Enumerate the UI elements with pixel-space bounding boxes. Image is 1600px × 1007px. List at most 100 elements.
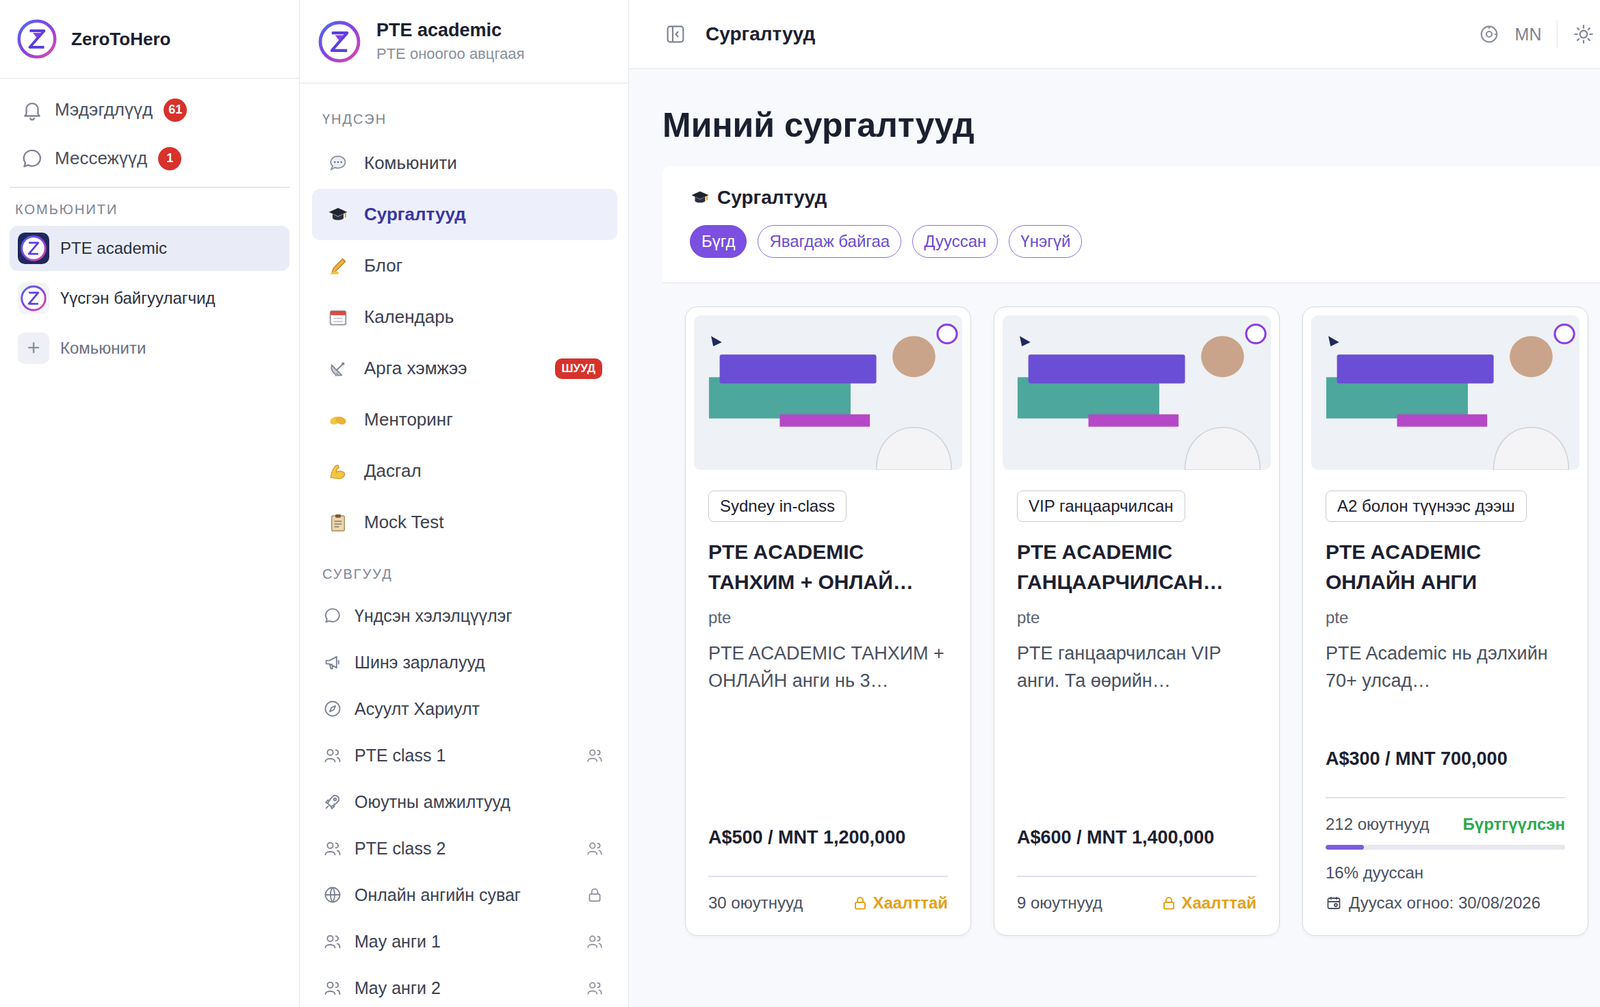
nav-item[interactable]: Мессежүүд 1 bbox=[10, 134, 289, 183]
members-icon bbox=[585, 839, 604, 858]
channel-label: May анги 1 bbox=[354, 932, 574, 952]
app: ZeroToHeroМэдэгдлүүд61Мессежүүд1КОМЬЮНИТ… bbox=[0, 0, 1600, 1007]
channel-item[interactable]: Онлайн ангийн суваг bbox=[299, 871, 629, 919]
nav-item[interactable]: Мэдэгдлүүд 61 bbox=[10, 85, 289, 135]
filter-chip[interactable]: Явагдаж байгаа bbox=[757, 225, 902, 258]
deadline-text: Дуусах огноо: 30/08/2026 bbox=[1348, 893, 1541, 913]
logo-icon bbox=[16, 18, 58, 60]
count-badge: 61 bbox=[163, 98, 187, 122]
banner-image-icon bbox=[693, 315, 963, 471]
channel-item[interactable]: PTE class 2 bbox=[299, 825, 629, 872]
course-tag: A2 болон түүнээс дээш bbox=[1325, 490, 1527, 523]
banner-image-icon bbox=[1311, 315, 1580, 471]
community-item[interactable]: PTE academic bbox=[9, 225, 290, 272]
menu-item[interactable]: Блог bbox=[312, 240, 618, 292]
course-price: A$300 / MNT 700,000 bbox=[1325, 748, 1566, 770]
community-label: Үүсгэн байгуулагчид bbox=[60, 288, 215, 308]
sun-icon[interactable] bbox=[1572, 23, 1595, 46]
filter-chip[interactable]: Үнэгүй bbox=[1008, 225, 1082, 258]
course-category: pte bbox=[1325, 608, 1566, 628]
channel-label: Оюутны амжилтууд bbox=[354, 792, 604, 813]
group-icon bbox=[323, 745, 343, 766]
menu-item[interactable]: Комьюнити bbox=[312, 137, 618, 189]
lock-icon bbox=[585, 886, 604, 905]
course-price: A$500 / MNT 1,200,000 bbox=[708, 827, 948, 849]
community-label: PTE academic bbox=[60, 238, 167, 258]
divider bbox=[708, 875, 948, 878]
filter-chip[interactable]: Дууссан bbox=[912, 225, 998, 258]
menu-label: Дасгал bbox=[364, 460, 603, 482]
channel-label: Онлайн ангийн суваг bbox=[354, 885, 574, 906]
course-banner bbox=[693, 315, 963, 471]
nav-label: Мессежүүд bbox=[54, 147, 148, 170]
course-card[interactable]: A2 болон түүнээс дээшPTE ACADEMIC ОНЛАЙН… bbox=[1302, 306, 1589, 937]
course-tag: VIP ганцаарчилсан bbox=[1016, 490, 1186, 523]
live-badge: ШУУД bbox=[555, 358, 603, 380]
menu-item[interactable]: Дасгал bbox=[312, 445, 618, 497]
members-icon bbox=[585, 746, 604, 765]
channel-item[interactable]: PTE class 1 bbox=[299, 732, 629, 779]
course-description: PTE ACADEMIC ТАНХИМ + ОНЛАЙН анги нь 3… bbox=[708, 639, 948, 695]
filter-chip[interactable]: Бүгд bbox=[689, 225, 747, 258]
brand[interactable]: ZeroToHero bbox=[0, 0, 300, 79]
course-footer: 212 оюутнууд Бүртгүүлсэн bbox=[1325, 815, 1566, 835]
filter-chips: Бүгд Явагдаж байгаа Дууссан Үнэгүй bbox=[689, 225, 1573, 258]
panel-title: Сургалтууд bbox=[689, 185, 1573, 211]
community-subtitle: PTE оноогоо авцгаая bbox=[376, 45, 525, 63]
course-category: pte bbox=[708, 608, 948, 628]
mock-test-icon bbox=[327, 511, 350, 534]
channel-item[interactable]: Оюутны амжилтууд bbox=[299, 778, 629, 826]
section-heading: СУВГУУД bbox=[299, 565, 629, 583]
course-price: A$600 / MNT 1,400,000 bbox=[1016, 827, 1257, 849]
add-community-button[interactable]: + Комьюнити bbox=[9, 325, 290, 371]
community-item[interactable]: Үүсгэн байгуулагчид bbox=[9, 275, 290, 321]
course-footer: 9 оюутнууд Хаалттай bbox=[1016, 893, 1257, 913]
divider bbox=[1556, 20, 1559, 48]
course-card[interactable]: Sydney in-class PTE ACADEMIC ТАНХИМ + ОНЛ… bbox=[685, 306, 972, 937]
channel-label: Асуулт Хариулт bbox=[354, 699, 604, 720]
menu-label: Календарь bbox=[364, 306, 603, 328]
language-switch[interactable]: MN bbox=[1515, 24, 1542, 45]
sidebar-collapse-icon[interactable] bbox=[664, 23, 687, 46]
menu-item[interactable]: Менторинг bbox=[312, 394, 618, 446]
menu-label: Комьюнити bbox=[364, 152, 603, 174]
plus-icon: + bbox=[17, 332, 50, 365]
calendar-icon bbox=[1325, 895, 1343, 912]
course-banner bbox=[1311, 315, 1580, 471]
community-logo-icon bbox=[17, 232, 50, 265]
public-icon bbox=[323, 885, 343, 905]
menu-item[interactable]: Календарь bbox=[312, 291, 618, 343]
course-description: PTE ганцаарчилсан VIP анги. Та өөрийн… bbox=[1016, 639, 1257, 695]
menu-label: Сургалтууд bbox=[364, 203, 603, 226]
channel-item[interactable]: Асуулт Хариулт bbox=[299, 685, 629, 733]
count-badge: 1 bbox=[158, 147, 182, 171]
channel-item[interactable]: May анги 2 bbox=[299, 964, 629, 1007]
menu-item[interactable]: Арга хэмжээ ШУУД bbox=[312, 342, 618, 395]
course-status: Хаалттай bbox=[852, 893, 948, 913]
section-heading: ҮНДСЭН bbox=[299, 110, 629, 128]
channel-item[interactable]: Үндсэн хэлэлцүүлэг bbox=[299, 592, 629, 640]
course-card[interactable]: VIP ганцаарчилсанPTE ACADEMIC ГАНЦААРЧИЛ… bbox=[993, 306, 1280, 937]
nav-label: Мэдэгдлүүд bbox=[54, 99, 153, 121]
channel-label: Шинэ зарлалууд bbox=[354, 652, 604, 673]
showcase-icon bbox=[323, 792, 343, 812]
menu-item[interactable]: Сургалтууд bbox=[312, 188, 618, 241]
course-tag: Sydney in-class bbox=[708, 490, 847, 523]
panel-title-text: Сургалтууд bbox=[717, 185, 827, 211]
course-status: Бүртгүүлсэн bbox=[1463, 815, 1566, 835]
channel-item[interactable]: May анги 1 bbox=[299, 918, 629, 965]
exercise-icon bbox=[327, 460, 350, 483]
community-name: PTE academic bbox=[376, 19, 525, 42]
menu-item[interactable]: Mock Test bbox=[312, 496, 618, 549]
channel-item[interactable]: Шинэ зарлалууд bbox=[299, 639, 629, 686]
mentoring-icon bbox=[327, 409, 350, 432]
theme-settings-icon[interactable] bbox=[1478, 23, 1501, 46]
top-bar: Сургалтууд MN bbox=[628, 0, 1600, 70]
qa-icon bbox=[323, 699, 343, 719]
community-header[interactable]: PTE academic PTE оноогоо авцгаая bbox=[299, 0, 629, 84]
page-title: Сургалтууд bbox=[705, 23, 1460, 46]
add-community-label: Комьюнити bbox=[60, 338, 146, 358]
menu-label: Арга хэмжээ bbox=[364, 357, 540, 380]
channel-label: PTE class 1 bbox=[354, 745, 574, 766]
top-actions: MN bbox=[1478, 20, 1595, 48]
